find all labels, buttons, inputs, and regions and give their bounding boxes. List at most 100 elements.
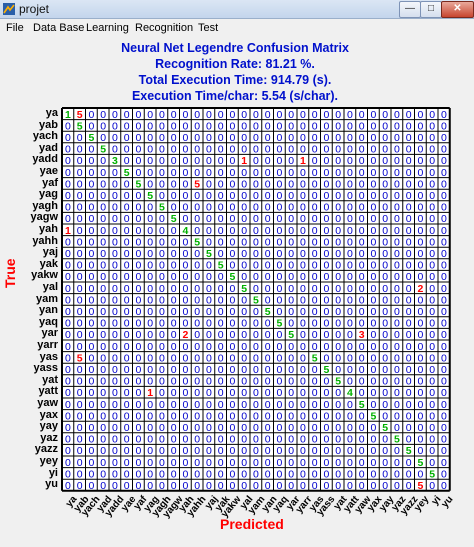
- cell-yak-yat: 0: [335, 260, 341, 272]
- cell-yakw-yal: 0: [241, 271, 247, 283]
- cell-yan-yadd: 0: [112, 306, 118, 318]
- cell-yat-yab: 0: [77, 376, 83, 388]
- menu-recognition[interactable]: Recognition: [135, 22, 193, 34]
- cell-yas-ya: 0: [65, 352, 71, 364]
- cell-yad-yass: 0: [323, 144, 329, 156]
- minimize-button[interactable]: —: [399, 1, 421, 18]
- cell-yaz-yu: 0: [441, 434, 447, 446]
- cell-yatt-yu: 0: [441, 387, 447, 399]
- cell-yarr-yey: 0: [417, 341, 423, 353]
- cell-yas-yaf: 0: [135, 352, 141, 364]
- cell-yak-yas: 0: [312, 260, 318, 272]
- cell-yakw-yaj: 0: [206, 271, 212, 283]
- cell-yagw-yahh: 0: [194, 213, 200, 225]
- cell-yal-yaw: 0: [359, 283, 365, 295]
- menu-learning[interactable]: Learning: [86, 22, 129, 34]
- cell-yaw-yam: 0: [253, 399, 259, 411]
- cell-yagw-ya: 0: [65, 213, 71, 225]
- cell-yab-yar: 0: [288, 120, 294, 132]
- cell-yi-yass: 0: [323, 468, 329, 480]
- cell-yagh-yakw: 0: [229, 202, 235, 214]
- cell-yarr-yass: 0: [323, 341, 329, 353]
- cell-yab-yagw: 0: [171, 120, 177, 132]
- cell-yagh-yad: 0: [100, 202, 106, 214]
- cell-yam-yal: 0: [241, 294, 247, 306]
- cell-yaz-ya: 0: [65, 434, 71, 446]
- cell-yadd-yas: 0: [312, 155, 318, 167]
- cell-yam-yay: 0: [382, 294, 388, 306]
- cell-yat-yad: 0: [100, 376, 106, 388]
- cell-yazz-yax: 0: [370, 445, 376, 457]
- cell-yat-yass: 0: [323, 376, 329, 388]
- cell-yae-yu: 0: [441, 167, 447, 179]
- cell-yal-yam: 0: [253, 283, 259, 295]
- cell-yi-yam: 0: [253, 468, 259, 480]
- menu-test[interactable]: Test: [198, 22, 218, 34]
- cell-yat-yag: 0: [147, 376, 153, 388]
- cell-yas-yach: 0: [88, 352, 94, 364]
- cell-yey-yan: 0: [265, 457, 271, 469]
- cell-yatt-yad: 0: [100, 387, 106, 399]
- cell-yu-yaq: 0: [276, 480, 282, 492]
- cell-yah-yal: 0: [241, 225, 247, 237]
- cell-yahh-yax: 0: [370, 236, 376, 248]
- cell-yas-yaq: 0: [276, 352, 282, 364]
- cell-yae-yahh: 0: [194, 167, 200, 179]
- cell-yam-yab: 0: [77, 294, 83, 306]
- cell-yarr-yay: 0: [382, 341, 388, 353]
- cell-yag-yi: 0: [429, 190, 435, 202]
- cell-yarr-yad: 0: [100, 341, 106, 353]
- cell-yagw-yab: 0: [77, 213, 83, 225]
- menu-data-base[interactable]: Data Base: [33, 22, 84, 34]
- cell-yey-yaz: 0: [394, 457, 400, 469]
- cell-yi-yat: 0: [335, 468, 341, 480]
- cell-yak-yaq: 0: [276, 260, 282, 272]
- cell-yad-yazz: 0: [406, 144, 412, 156]
- cell-yass-yatt: 0: [347, 364, 353, 376]
- cell-ya-yan: 0: [265, 109, 271, 121]
- cell-yaf-yan: 0: [265, 178, 271, 190]
- cell-yahh-yi: 0: [429, 236, 435, 248]
- cell-yarr-yaf: 0: [135, 341, 141, 353]
- cell-yat-yam: 0: [253, 376, 259, 388]
- cell-yay-yu: 0: [441, 422, 447, 434]
- cell-yam-yae: 0: [124, 294, 130, 306]
- cell-yaj-yam: 0: [253, 248, 259, 260]
- cell-yakw-yag: 0: [147, 271, 153, 283]
- cell-yatt-yab: 0: [77, 387, 83, 399]
- cell-yaj-yaz: 0: [394, 248, 400, 260]
- cell-yatt-yar: 0: [288, 387, 294, 399]
- cell-yi-yad: 0: [100, 468, 106, 480]
- cell-yazz-yas: 0: [312, 445, 318, 457]
- cell-yass-yag: 0: [147, 364, 153, 376]
- cell-yah-yae: 0: [124, 225, 130, 237]
- menu-file[interactable]: File: [6, 22, 24, 34]
- y-tick-label: yad: [39, 141, 58, 154]
- cell-yakw-yadd: 0: [112, 271, 118, 283]
- cell-yass-yaw: 0: [359, 364, 365, 376]
- cell-yax-yaw: 0: [359, 410, 365, 422]
- cell-yan-yak: 0: [218, 306, 224, 318]
- cell-yach-yar: 0: [288, 132, 294, 144]
- cell-yach-yag: 0: [147, 132, 153, 144]
- cell-yatt-yay: 0: [382, 387, 388, 399]
- cell-yatt-yaq: 0: [276, 387, 282, 399]
- cell-yam-yi: 0: [429, 294, 435, 306]
- cell-yab-yagh: 0: [159, 120, 165, 132]
- cell-yab-yaj: 0: [206, 120, 212, 132]
- cell-yaw-ya: 0: [65, 399, 71, 411]
- cell-yad-yax: 0: [370, 144, 376, 156]
- cell-yadd-yaw: 0: [359, 155, 365, 167]
- cell-yu-yi: 0: [429, 480, 435, 492]
- cell-yi-yi: 5: [429, 468, 435, 480]
- cell-ya-yagw: 0: [171, 109, 177, 121]
- cell-yar-yak: 0: [218, 329, 224, 341]
- cell-yatt-yagh: 0: [159, 387, 165, 399]
- cell-yax-yal: 0: [241, 410, 247, 422]
- cell-yak-yae: 0: [124, 260, 130, 272]
- close-button[interactable]: ✕: [441, 1, 474, 18]
- maximize-button[interactable]: □: [420, 1, 442, 18]
- cell-ya-yae: 0: [124, 109, 130, 121]
- y-tick-label: yay: [39, 420, 58, 433]
- cell-yab-yal: 0: [241, 120, 247, 132]
